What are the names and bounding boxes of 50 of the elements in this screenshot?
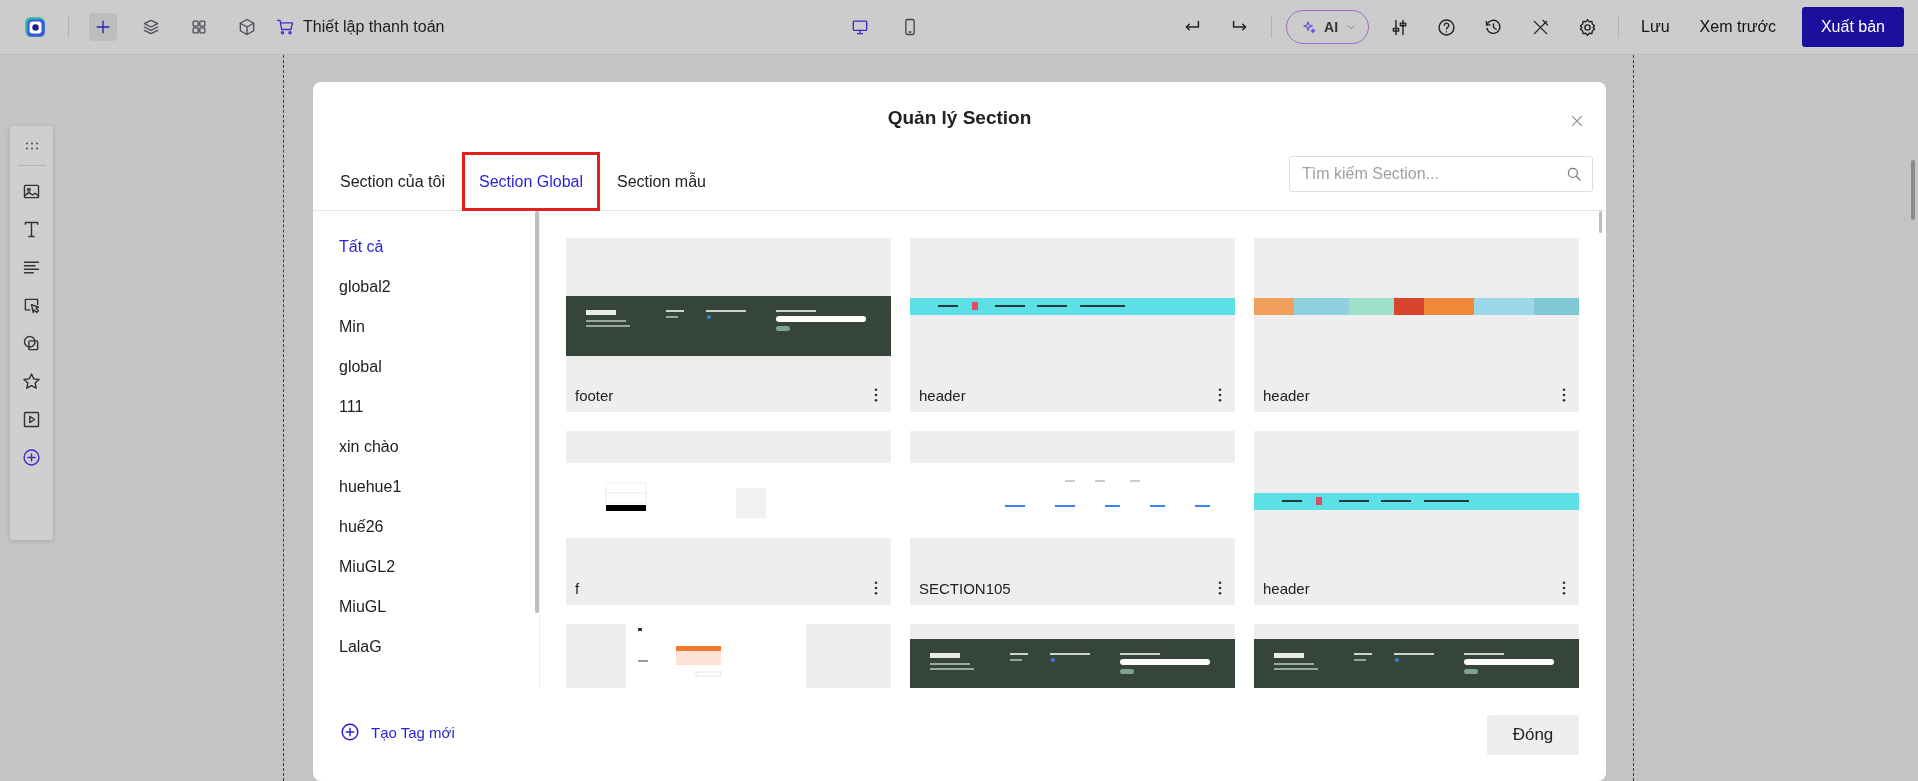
tag-list-item[interactable]: huehue1 [339,476,535,497]
sparkle-icon [1301,18,1319,36]
plus-tool-button[interactable] [89,13,117,41]
scrollbar-thumb[interactable] [535,211,539,613]
preview-button[interactable]: Xem trước [1691,18,1784,36]
section-card[interactable]: header [910,238,1235,412]
scrollbar-thumb[interactable] [1599,211,1602,233]
create-tag-button[interactable]: Tạo Tag mới [339,721,455,743]
checkout-setup-button[interactable]: Thiết lập thanh toán [275,17,445,37]
tab[interactable]: Section của tôi [337,152,462,211]
cart-icon [275,17,295,37]
app-logo[interactable] [22,14,48,40]
cube-icon [237,17,257,37]
tab[interactable]: Section Global [461,152,600,211]
section-name: SECTION105 [919,579,1011,597]
add-circle-icon [339,721,361,743]
star-icon[interactable] [21,371,42,392]
tag-list-item[interactable]: Min [339,316,535,337]
tag-list-item[interactable]: global [339,356,535,377]
tag-list-item[interactable]: global2 [339,276,535,297]
help-icon[interactable] [1436,16,1458,38]
tag-list-item[interactable]: huế26 [339,516,535,537]
section-card[interactable]: header [1254,431,1579,605]
video-icon[interactable] [21,409,42,430]
close-button[interactable]: Đóng [1487,715,1579,755]
scrollbar-thumb[interactable] [1911,160,1915,220]
add-circle-icon[interactable] [21,447,42,468]
save-button[interactable]: Lưu [1633,18,1678,36]
section-name: footer [575,386,614,404]
tag-list-item[interactable]: MiuGL [339,596,535,617]
search-icon [1565,165,1583,183]
section-name: header [1263,579,1310,597]
dialog-title: Quản lý Section [887,107,1032,129]
tab[interactable]: Section mẫu [600,152,723,211]
section-card[interactable]: header [1254,238,1579,412]
tag-list-item[interactable]: xin chào [339,436,535,457]
tag-list-item[interactable]: Tất cả [339,236,535,257]
section-card[interactable]: f [566,431,891,605]
tag-list-item[interactable]: LalaG [339,636,535,657]
section-name: f [575,579,580,597]
tag-list-item[interactable]: MiuGL2 [339,556,535,577]
tag-list-item[interactable]: 111 [339,396,535,417]
search-field[interactable]: Tìm kiếm Section... [1289,156,1593,192]
publish-button[interactable]: Xuất bản [1801,7,1904,47]
ai-label: AI [1324,19,1339,35]
section-name: header [919,386,966,404]
section-name: header [1263,386,1310,404]
layers-icon [141,17,161,37]
section-card[interactable]: footer [566,238,891,412]
section-card[interactable]: SECTION105 [910,431,1235,605]
